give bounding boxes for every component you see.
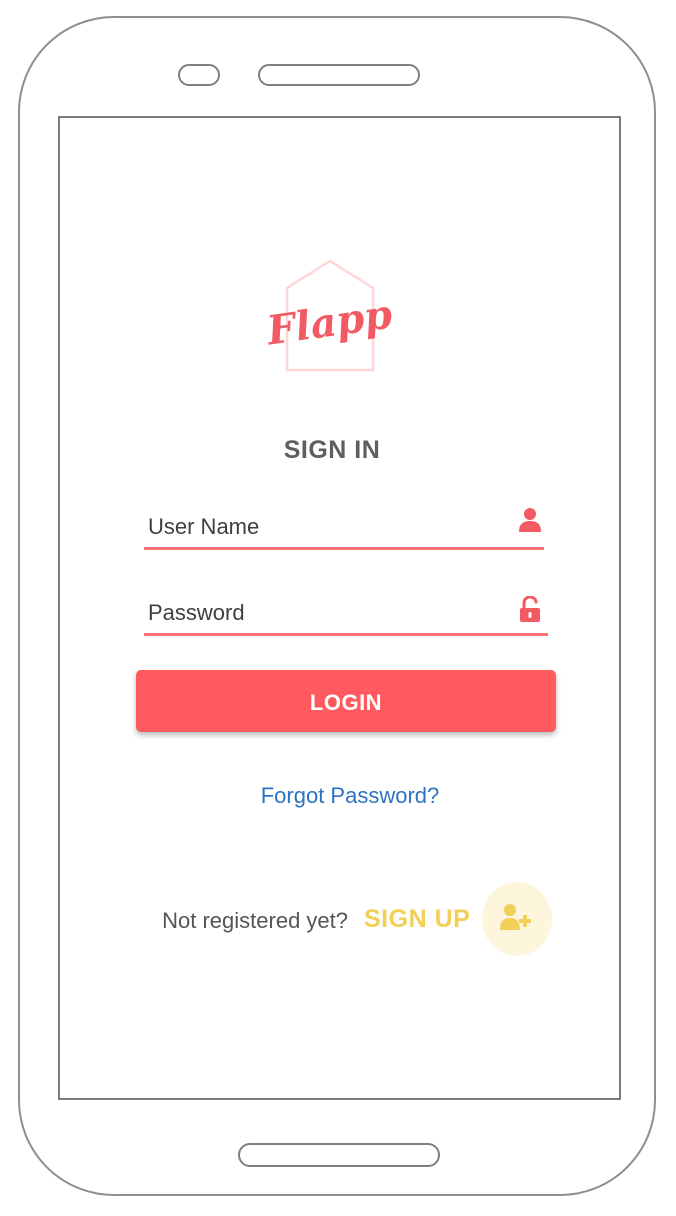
unlock-icon bbox=[520, 596, 540, 622]
username-placeholder: User Name bbox=[148, 514, 260, 539]
sign-up-link[interactable]: SIGN UP bbox=[364, 905, 470, 934]
app-logo: Flapp bbox=[263, 258, 395, 374]
not-registered-text: Not registered yet? bbox=[162, 908, 348, 933]
add-user-icon bbox=[500, 904, 531, 930]
user-icon bbox=[519, 508, 541, 532]
password-placeholder: Password bbox=[148, 600, 245, 625]
front-camera bbox=[178, 64, 220, 86]
sign-up-icon-button[interactable] bbox=[482, 882, 552, 956]
password-field[interactable]: Password bbox=[144, 588, 548, 636]
username-field[interactable]: User Name bbox=[144, 502, 544, 550]
login-button[interactable]: LOGIN bbox=[136, 670, 556, 732]
logo-house-icon: Flapp bbox=[263, 259, 395, 372]
sign-in-title: SIGN IN bbox=[283, 436, 381, 464]
earpiece-speaker bbox=[258, 64, 420, 86]
forgot-password-link[interactable]: Forgot Password? bbox=[232, 783, 468, 809]
home-button[interactable] bbox=[238, 1143, 440, 1167]
